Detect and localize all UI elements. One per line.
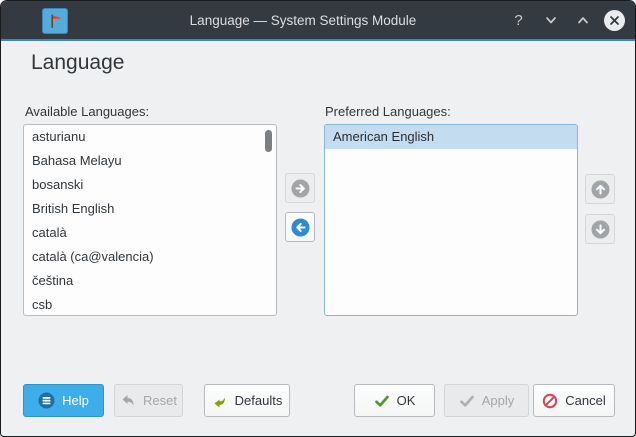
window-controls: ? (508, 1, 625, 39)
help-button[interactable]: Help (23, 384, 104, 417)
titlebar-accent-line (1, 39, 635, 41)
window-help-button[interactable]: ? (508, 10, 529, 31)
list-item[interactable]: català (24, 221, 276, 245)
titlebar[interactable]: Language — System Settings Module ? (1, 1, 635, 39)
settings-window: Language — System Settings Module ? Lang… (0, 0, 636, 437)
cancel-button-label: Cancel (565, 393, 606, 408)
chevron-down-icon (544, 13, 558, 27)
maximize-button[interactable] (572, 10, 593, 31)
move-up-button[interactable] (585, 174, 615, 204)
arrow-up-icon (591, 180, 610, 199)
minimize-button[interactable] (540, 10, 561, 31)
preferred-languages-list[interactable]: American English (324, 124, 578, 316)
close-icon (609, 15, 620, 26)
preferred-languages-label: Preferred Languages: (325, 104, 451, 119)
available-languages-label: Available Languages: (25, 104, 150, 119)
scrollbar-thumb[interactable] (265, 130, 272, 152)
restore-defaults-icon (212, 393, 228, 409)
arrow-right-icon (291, 179, 310, 198)
list-item-selected[interactable]: American English (325, 125, 577, 149)
defaults-button[interactable]: Defaults (204, 384, 290, 417)
chevron-up-icon (576, 13, 590, 27)
reset-button[interactable]: Reset (114, 384, 183, 417)
help-button-label: Help (62, 393, 89, 408)
list-item[interactable]: csb (24, 293, 276, 315)
list-item[interactable]: bosanski (24, 173, 276, 197)
cancel-icon (542, 393, 558, 409)
list-item[interactable]: čeština (24, 269, 276, 293)
add-language-button[interactable] (285, 173, 315, 203)
apply-button-label: Apply (481, 393, 515, 408)
available-languages-list[interactable]: asturianu Bahasa Melayu bosanski British… (23, 124, 277, 316)
app-flag-icon (42, 8, 68, 34)
checkmark-icon (374, 393, 390, 409)
ok-button[interactable]: OK (354, 384, 435, 417)
defaults-button-label: Defaults (234, 393, 283, 408)
page-title: Language (31, 51, 125, 74)
list-item[interactable]: British English (24, 197, 276, 221)
reset-button-label: Reset (143, 393, 177, 408)
list-item[interactable]: català (ca@valencia) (24, 245, 276, 269)
ok-button-label: OK (396, 393, 416, 408)
remove-language-button[interactable] (285, 212, 315, 242)
apply-button[interactable]: Apply (444, 384, 529, 417)
arrow-down-icon (591, 220, 610, 239)
list-item[interactable]: asturianu (24, 125, 276, 149)
move-down-button[interactable] (585, 214, 615, 244)
arrow-left-icon (291, 218, 310, 237)
undo-icon (120, 393, 136, 409)
checkmark-icon (459, 393, 475, 409)
help-contents-icon (38, 392, 55, 409)
close-button[interactable] (604, 9, 625, 31)
list-item[interactable]: Bahasa Melayu (24, 149, 276, 173)
window-title: Language — System Settings Module (189, 12, 417, 28)
cancel-button[interactable]: Cancel (533, 384, 615, 417)
